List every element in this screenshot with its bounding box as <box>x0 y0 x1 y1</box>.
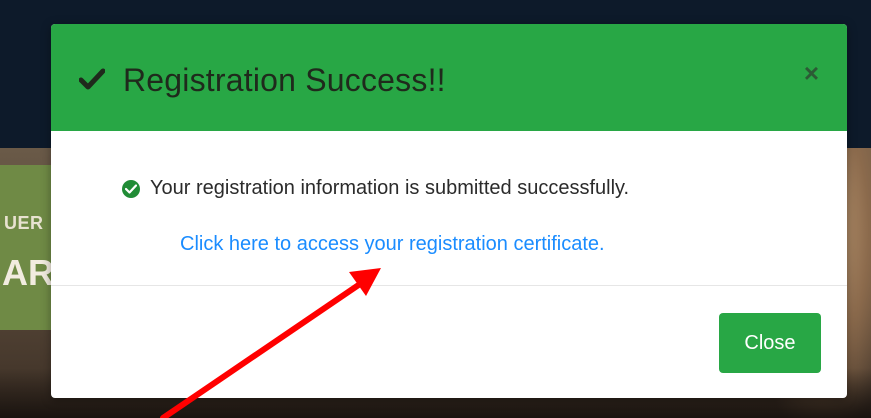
check-circle-icon <box>122 179 140 198</box>
success-message-row: Your registration information is submitt… <box>122 177 629 200</box>
modal-body: Your registration information is submitt… <box>51 131 847 285</box>
success-message: Your registration information is submitt… <box>150 177 630 199</box>
close-icon[interactable]: × <box>804 60 819 86</box>
hero-partial-text-1: UER <box>4 213 44 233</box>
modal-header: Registration Success!! × <box>51 24 847 131</box>
registration-certificate-link[interactable]: Click here to access your registration c… <box>180 233 605 256</box>
hero-green-panel <box>0 165 52 330</box>
close-button[interactable]: Close <box>719 313 821 373</box>
checkmark-icon <box>78 68 106 90</box>
modal-title: Registration Success!! <box>123 62 446 98</box>
hero-partial-text-2: AR <box>2 252 54 293</box>
registration-success-modal: Registration Success!! × Your registrati… <box>51 24 847 398</box>
modal-footer-divider <box>51 285 847 286</box>
